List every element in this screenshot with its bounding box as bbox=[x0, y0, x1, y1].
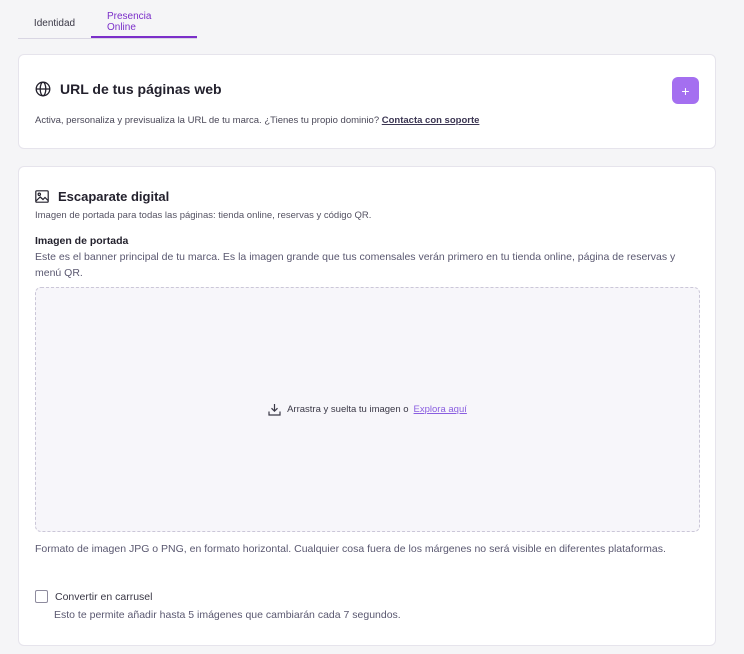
storefront-card-header: Escaparate digital bbox=[35, 189, 169, 204]
carousel-help: Esto te permite añadir hasta 5 imágenes … bbox=[54, 609, 401, 621]
url-card: URL de tus páginas web + Activa, persona… bbox=[18, 54, 716, 149]
url-card-title: URL de tus páginas web bbox=[60, 81, 222, 97]
url-card-description: Activa, personaliza y previsualiza la UR… bbox=[35, 115, 479, 126]
globe-icon bbox=[35, 81, 51, 97]
carousel-option[interactable]: Convertir en carrusel bbox=[35, 590, 152, 603]
download-icon bbox=[268, 403, 281, 416]
add-url-button[interactable]: + bbox=[672, 77, 699, 104]
page: Identidad Presencia Online URL de tus pá… bbox=[0, 0, 744, 654]
cover-image-help: Este es el banner principal de tu marca.… bbox=[35, 251, 676, 279]
image-icon bbox=[35, 190, 49, 203]
browse-link[interactable]: Explora aquí bbox=[414, 404, 467, 415]
storefront-card-title: Escaparate digital bbox=[58, 189, 170, 204]
url-card-description-text: Activa, personaliza y previsualiza la UR… bbox=[35, 115, 380, 126]
image-format-help: Formato de imagen JPG o PNG, en formato … bbox=[35, 543, 666, 555]
url-card-header: URL de tus páginas web bbox=[35, 81, 222, 97]
cover-image-label: Imagen de portada bbox=[35, 235, 129, 247]
support-link[interactable]: Contacta con soporte bbox=[382, 115, 480, 126]
storefront-card-subtitle: Imagen de portada para todas las páginas… bbox=[35, 210, 372, 221]
carousel-checkbox[interactable] bbox=[35, 590, 48, 603]
dropzone-content: Arrastra y suelta tu imagen o Explora aq… bbox=[268, 403, 467, 416]
carousel-checkbox-label[interactable]: Convertir en carrusel bbox=[55, 591, 152, 603]
tab-bar: Identidad Presencia Online bbox=[18, 8, 197, 39]
cover-image-dropzone[interactable]: Arrastra y suelta tu imagen o Explora aq… bbox=[35, 287, 700, 532]
tab-presencia-online[interactable]: Presencia Online bbox=[91, 8, 197, 38]
tab-identidad[interactable]: Identidad bbox=[18, 8, 91, 38]
dropzone-text: Arrastra y suelta tu imagen o bbox=[287, 404, 409, 415]
storefront-card: Escaparate digital Imagen de portada par… bbox=[18, 166, 716, 646]
